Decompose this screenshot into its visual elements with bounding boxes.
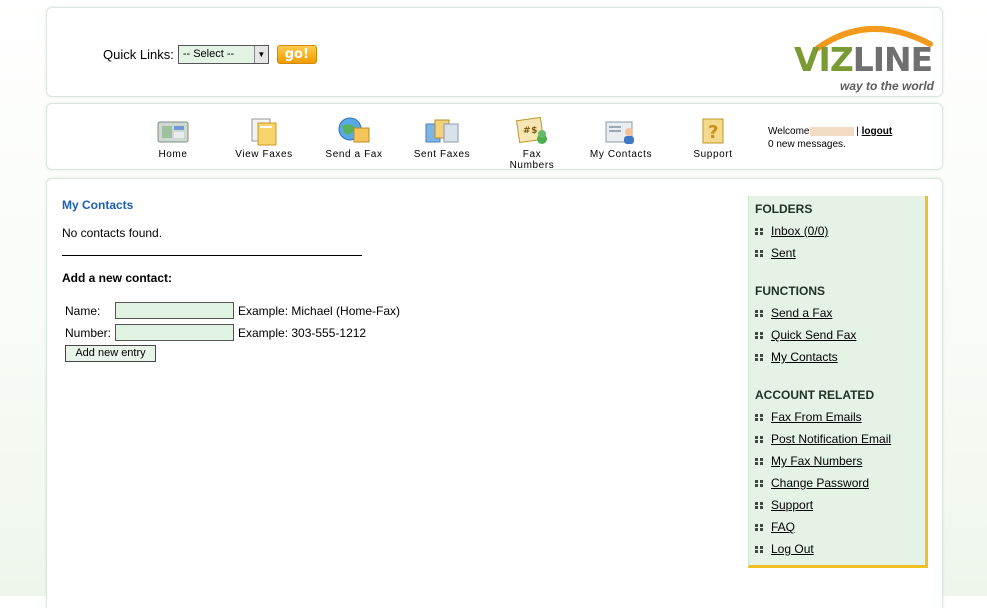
bullet-icon bbox=[755, 435, 763, 443]
fax-numbers-icon: #$ bbox=[514, 116, 550, 146]
sidebar-link[interactable]: Quick Send Fax bbox=[771, 328, 856, 342]
sidebar-item-support[interactable]: Support bbox=[755, 498, 813, 512]
nav-item-home[interactable]: Home bbox=[152, 116, 194, 160]
nav-label: Fax Numbers bbox=[509, 149, 555, 171]
add-entry-button[interactable]: Add new entry bbox=[65, 345, 156, 362]
sidebar-item-my-fax-numbers[interactable]: My Fax Numbers bbox=[755, 454, 862, 468]
sidebar-item-my-contacts[interactable]: My Contacts bbox=[755, 350, 838, 364]
sidebar-link[interactable]: Send a Fax bbox=[771, 306, 832, 320]
sidebar-item-send-fax[interactable]: Send a Fax bbox=[755, 306, 832, 320]
svg-text:?: ? bbox=[708, 122, 719, 143]
logo-part-line: LINE bbox=[852, 40, 933, 79]
bullet-icon bbox=[755, 523, 763, 531]
nav-item-sent-faxes[interactable]: Sent Faxes bbox=[411, 116, 473, 160]
welcome-text: Welcome bbox=[768, 126, 810, 137]
sidebar-link[interactable]: My Fax Numbers bbox=[771, 454, 862, 468]
bullet-icon bbox=[755, 353, 763, 361]
sidebar: FOLDERS Inbox (0/0) Sent FUNCTIONS Send … bbox=[748, 196, 928, 568]
header-panel: Quick Links: -- Select -- ▼ go! VIZLINE … bbox=[46, 7, 943, 97]
sent-faxes-icon bbox=[424, 116, 460, 146]
sidebar-link[interactable]: Change Password bbox=[771, 476, 869, 490]
sidebar-link[interactable]: Support bbox=[771, 498, 813, 512]
redacted-username bbox=[809, 126, 854, 136]
number-example: Example: 303-555-1212 bbox=[238, 325, 367, 340]
sidebar-item-inbox[interactable]: Inbox (0/0) bbox=[755, 224, 828, 238]
nav-item-support[interactable]: ? Support bbox=[691, 116, 735, 160]
logo-tagline: way to the world bbox=[839, 79, 934, 93]
account-heading: ACCOUNT RELATED bbox=[755, 388, 875, 402]
sidebar-link[interactable]: Sent bbox=[771, 246, 796, 260]
nav-label: Home bbox=[158, 149, 188, 160]
sidebar-item-change-password[interactable]: Change Password bbox=[755, 476, 869, 490]
contacts-icon bbox=[603, 116, 639, 146]
sidebar-link[interactable]: Log Out bbox=[771, 542, 814, 556]
nav-label: Support bbox=[693, 149, 733, 160]
sidebar-link[interactable]: My Contacts bbox=[771, 350, 838, 364]
sidebar-item-sent[interactable]: Sent bbox=[755, 246, 796, 260]
number-row: Number: Example: 303-555-1212 bbox=[65, 324, 366, 341]
sidebar-item-post-notification-email[interactable]: Post Notification Email bbox=[755, 432, 891, 446]
go-button[interactable]: go! bbox=[276, 45, 317, 64]
nav-label: Send a Fax bbox=[325, 149, 383, 160]
welcome-box: Welcome | logout 0 new messages. bbox=[768, 126, 893, 150]
functions-heading: FUNCTIONS bbox=[755, 284, 825, 298]
nav-panel: Home View Faxes Send a Fax Sent Faxes #$… bbox=[46, 103, 943, 171]
new-messages-text: 0 new messages. bbox=[768, 139, 846, 150]
bullet-icon bbox=[755, 331, 763, 339]
nav-item-send-fax[interactable]: Send a Fax bbox=[325, 116, 383, 160]
sidebar-link[interactable]: Inbox (0/0) bbox=[771, 224, 828, 238]
bullet-icon bbox=[755, 479, 763, 487]
svg-text:#$: #$ bbox=[523, 126, 538, 136]
quick-links-label: Quick Links: bbox=[103, 47, 174, 62]
no-contacts-message: No contacts found. bbox=[62, 226, 163, 240]
number-field[interactable] bbox=[115, 324, 234, 341]
name-row: Name: Example: Michael (Home-Fax) bbox=[65, 302, 400, 319]
add-contact-heading: Add a new contact: bbox=[62, 271, 173, 285]
name-example: Example: Michael (Home-Fax) bbox=[238, 303, 401, 318]
bullet-icon bbox=[755, 249, 763, 257]
nav-label: My Contacts bbox=[589, 149, 653, 160]
sidebar-link[interactable]: Post Notification Email bbox=[771, 432, 891, 446]
nav-label: Sent Faxes bbox=[413, 149, 471, 160]
logo-wordmark: VIZLINE bbox=[794, 40, 933, 79]
bullet-icon bbox=[755, 413, 763, 421]
sidebar-link[interactable]: FAQ bbox=[771, 520, 795, 534]
quick-links-select-value: -- Select -- bbox=[182, 48, 235, 60]
sidebar-link[interactable]: Fax From Emails bbox=[771, 410, 862, 424]
sidebar-item-quick-send-fax[interactable]: Quick Send Fax bbox=[755, 328, 856, 342]
sidebar-item-faq[interactable]: FAQ bbox=[755, 520, 795, 534]
page-title: My Contacts bbox=[62, 198, 134, 212]
number-label: Number: bbox=[65, 325, 112, 340]
bullet-icon bbox=[755, 227, 763, 235]
vizline-logo[interactable]: VIZLINE way to the world bbox=[794, 16, 934, 93]
main-panel: My Contacts No contacts found. Add a new… bbox=[46, 178, 943, 608]
sidebar-item-fax-from-emails[interactable]: Fax From Emails bbox=[755, 410, 862, 424]
quick-links-select[interactable]: -- Select -- ▼ bbox=[177, 45, 269, 64]
home-icon bbox=[155, 116, 191, 146]
chevron-down-icon[interactable]: ▼ bbox=[253, 46, 268, 63]
quick-links: Quick Links: -- Select -- ▼ go! bbox=[103, 45, 317, 64]
folders-heading: FOLDERS bbox=[755, 202, 813, 216]
send-fax-icon bbox=[336, 116, 372, 146]
nav-label: View Faxes bbox=[235, 149, 293, 160]
nav-item-view-faxes[interactable]: View Faxes bbox=[233, 116, 295, 160]
name-field[interactable] bbox=[115, 302, 234, 319]
logo-part-viz: VIZ bbox=[794, 40, 854, 79]
support-icon: ? bbox=[695, 116, 731, 146]
bullet-icon bbox=[755, 457, 763, 465]
divider bbox=[62, 255, 362, 256]
bullet-icon bbox=[755, 309, 763, 317]
view-faxes-icon bbox=[246, 116, 282, 146]
bullet-icon bbox=[755, 501, 763, 509]
name-label: Name: bbox=[65, 303, 101, 318]
nav-item-my-contacts[interactable]: My Contacts bbox=[589, 116, 653, 160]
logout-link[interactable]: logout bbox=[862, 126, 893, 137]
sidebar-item-log-out[interactable]: Log Out bbox=[755, 542, 814, 556]
nav-item-fax-numbers[interactable]: #$ Fax Numbers bbox=[499, 116, 565, 171]
bullet-icon bbox=[755, 545, 763, 553]
